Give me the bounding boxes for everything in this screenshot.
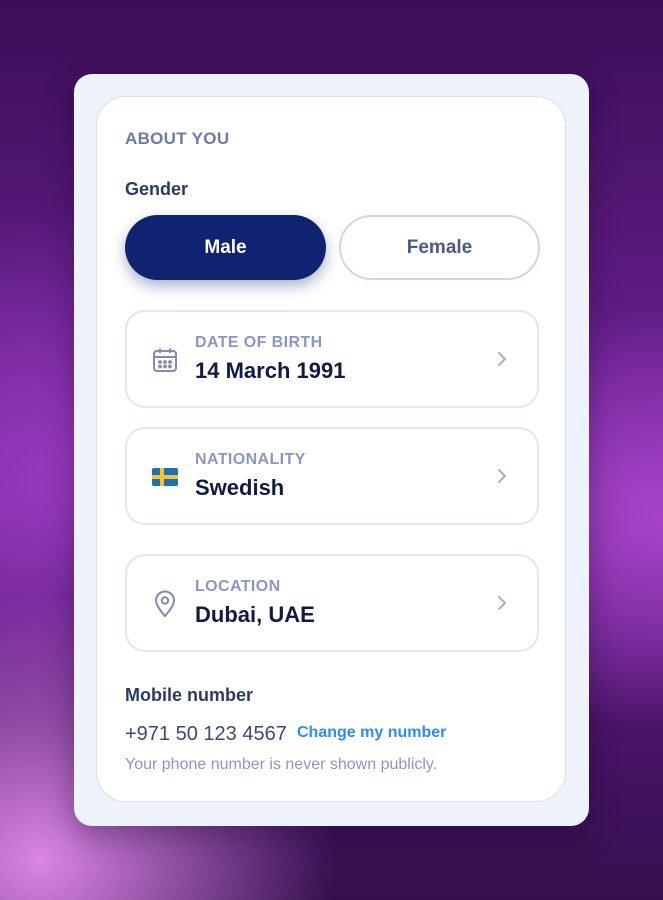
gender-female-button[interactable]: Female bbox=[339, 215, 540, 280]
location-value: Dubai, UAE bbox=[195, 602, 315, 627]
mobile-number-label: Mobile number bbox=[125, 685, 254, 705]
chevron-right-icon bbox=[495, 467, 509, 485]
flag-sweden-icon bbox=[151, 463, 179, 491]
date-of-birth-value: 14 March 1991 bbox=[195, 358, 346, 383]
section-title: ABOUT YOU bbox=[125, 129, 230, 148]
nationality-value: Swedish bbox=[195, 475, 285, 500]
chevron-right-icon bbox=[495, 350, 509, 368]
gender-label: Gender bbox=[125, 179, 189, 199]
chevron-right-icon bbox=[495, 594, 509, 612]
gender-male-button[interactable]: Male bbox=[125, 215, 326, 280]
about-you-card: ABOUT YOU Gender Male Female DATE OF BIR… bbox=[96, 96, 566, 802]
calendar-icon bbox=[151, 346, 179, 374]
date-of-birth-field[interactable]: DATE OF BIRTH 14 March 1991 bbox=[125, 310, 539, 408]
outer-panel: ABOUT YOU Gender Male Female DATE OF BIR… bbox=[74, 74, 589, 826]
location-field[interactable]: LOCATION Dubai, UAE bbox=[125, 554, 539, 652]
nationality-label: NATIONALITY bbox=[195, 451, 306, 468]
change-number-link[interactable]: Change my number bbox=[297, 724, 446, 742]
privacy-note: Your phone number is never shown publicl… bbox=[125, 756, 438, 773]
location-pin-icon bbox=[151, 590, 179, 618]
nationality-field[interactable]: NATIONALITY Swedish bbox=[125, 427, 539, 525]
date-of-birth-label: DATE OF BIRTH bbox=[195, 334, 323, 351]
location-label: LOCATION bbox=[195, 578, 281, 595]
mobile-number-value: +971 50 123 4567 bbox=[125, 723, 287, 745]
